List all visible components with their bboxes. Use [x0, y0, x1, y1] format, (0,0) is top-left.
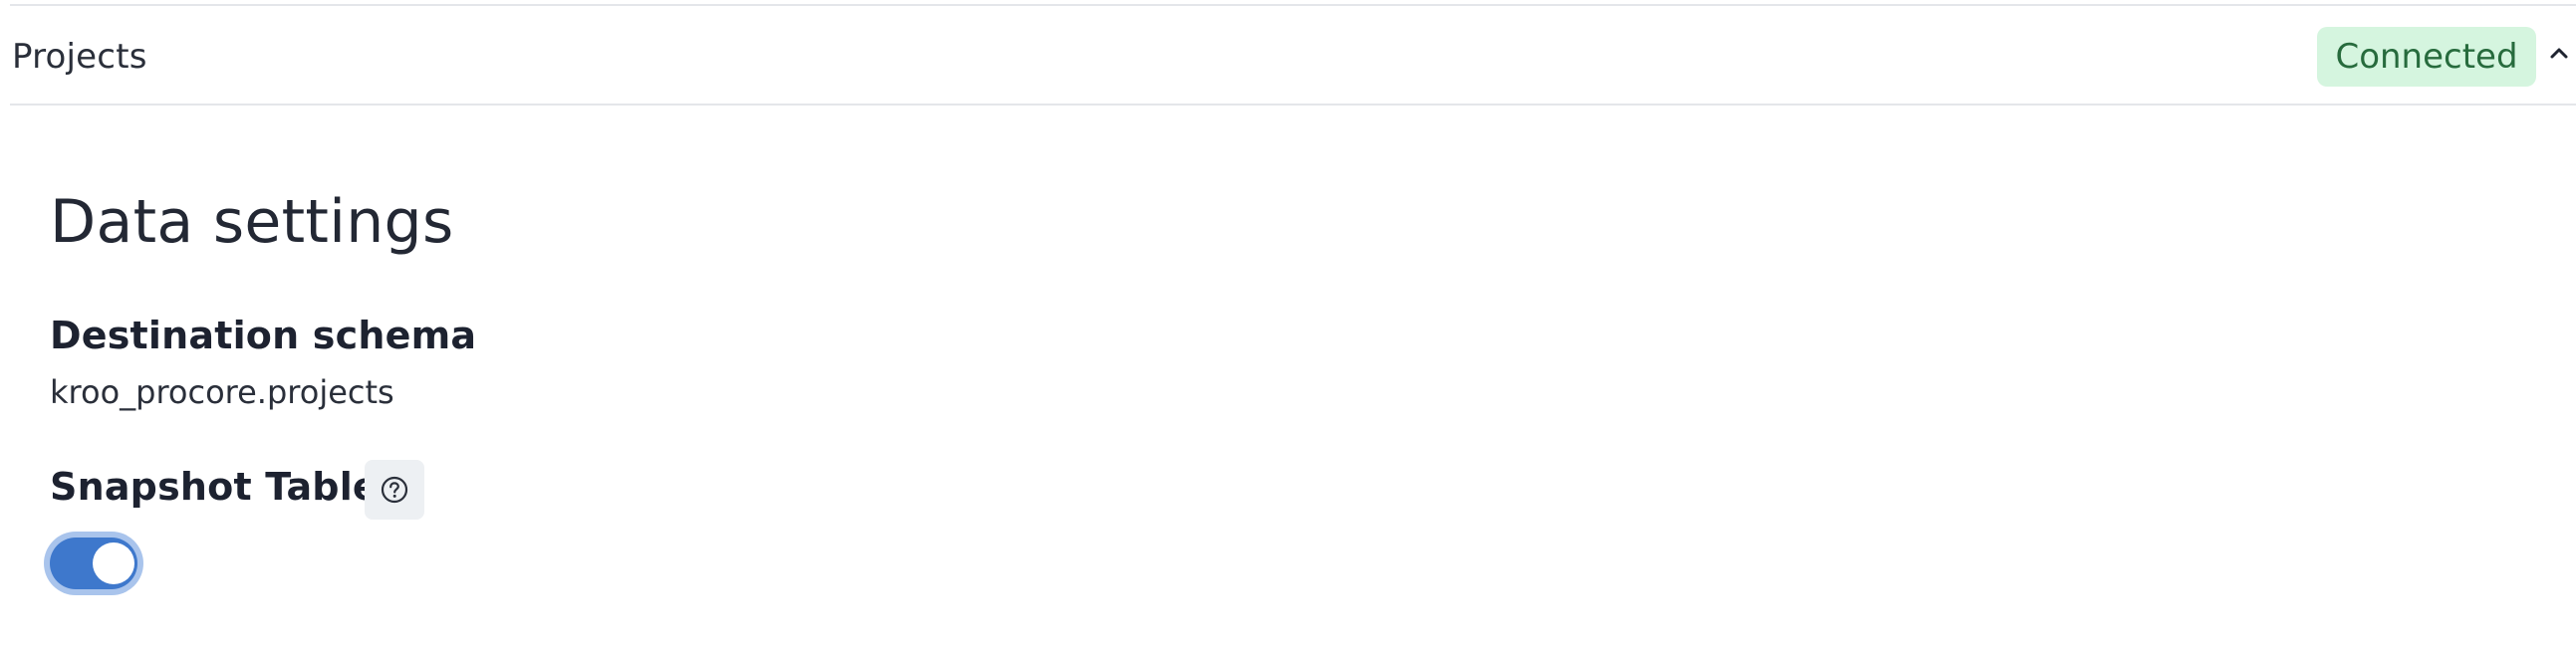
status-badge: Connected	[2317, 27, 2536, 87]
toggle-knob	[93, 542, 134, 584]
accordion-title: Projects	[12, 37, 147, 77]
panel-heading: Data settings	[50, 187, 454, 257]
toggle-track	[50, 538, 137, 589]
destination-schema-value: kroo_procore.projects	[50, 373, 394, 411]
snapshot-table-label: Snapshot Table	[50, 465, 379, 509]
snapshot-help-button[interactable]	[365, 460, 424, 520]
projects-accordion-header[interactable]: Projects Connected	[10, 6, 2576, 106]
chevron-up-icon[interactable]	[2548, 42, 2570, 64]
destination-schema-label: Destination schema	[50, 314, 477, 357]
snapshot-table-toggle[interactable]	[44, 532, 143, 595]
question-circle-icon	[381, 476, 408, 504]
